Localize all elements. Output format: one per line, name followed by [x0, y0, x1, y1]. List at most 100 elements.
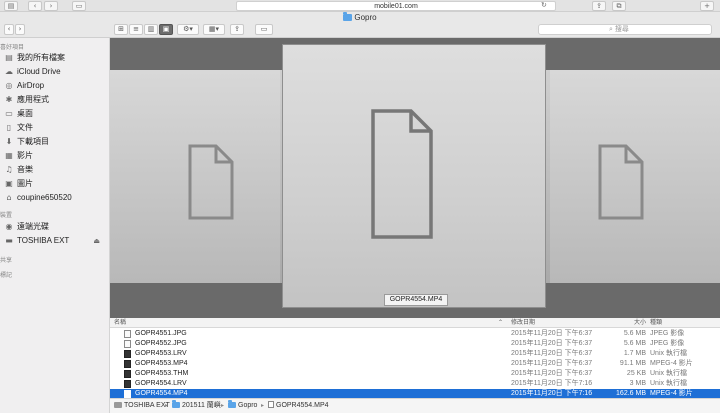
- video-file-icon: [124, 390, 131, 398]
- next-file-cover[interactable]: [550, 70, 720, 283]
- path-item[interactable]: Gopro: [228, 399, 257, 413]
- sidebar-item[interactable]: ♫ 音樂: [4, 164, 108, 176]
- sidebar-icon[interactable]: ▤: [4, 1, 18, 11]
- sidebar-item[interactable]: ▭ 桌面: [4, 108, 108, 120]
- add-tab-icon[interactable]: +: [700, 1, 714, 11]
- file-row[interactable]: GOPR4554.LRV 2015年11月20日 下午7:16 3 MB Unix 執…: [110, 379, 720, 389]
- eject-icon[interactable]: ⏏: [93, 235, 100, 247]
- file-row[interactable]: GOPR4551.JPG 2015年11月20日 下午6:37 5.6 MB JPEG…: [110, 329, 720, 339]
- cover-flow[interactable]: GOPR4554.MP4: [110, 38, 720, 318]
- sidebar-item[interactable]: ▦ 影片: [4, 150, 108, 162]
- all-files-icon: ▤: [5, 53, 13, 62]
- file-list: 名稱 ⌃ 修改日期 大小 種類 GOPR4551.JPG 2015年11月20日 …: [110, 318, 720, 399]
- devices-header: 裝置: [0, 213, 13, 219]
- file-row[interactable]: GOPR4553.MP4 2015年11月20日 下午6:37 91.1 MB MPE…: [110, 359, 720, 369]
- share-button[interactable]: ⇪: [230, 24, 244, 35]
- favorites-header: 喜好項目: [0, 45, 25, 51]
- path-item-label: 201511 蘭嶼: [182, 402, 221, 409]
- path-item[interactable]: TOSHIBA EXT: [114, 399, 170, 413]
- path-bar: TOSHIBA EXT ▸ 201511 蘭嶼 ▸ Gopro ▸ GOPR4554.MP4: [110, 398, 720, 413]
- address-bar[interactable]: mobile01.com: [236, 1, 556, 11]
- share-icon[interactable]: ⇪: [592, 1, 606, 11]
- back-button[interactable]: ‹: [4, 24, 14, 35]
- sidebar-item-label: 桌面: [17, 109, 33, 118]
- file-kind: Unix 執行檔: [650, 380, 687, 387]
- file-name: GOPR4552.JPG: [135, 340, 187, 347]
- window-title: Gopro: [0, 12, 720, 22]
- file-size: 5.6 MB: [623, 330, 646, 337]
- icon-view-button[interactable]: ⊞: [114, 24, 128, 35]
- file-kind: MPEG-4 影片: [650, 360, 693, 367]
- sidebar-item[interactable]: ▬ TOSHIBA EXT ⏏: [4, 235, 108, 247]
- sidebar-item-label: 影片: [17, 151, 33, 160]
- file-size: 3 MB: [629, 380, 646, 387]
- finder-toolbar: ‹ › ⊞ ≡ ▥ ▣ ⚙▾ ▦▾ ⇪ ▭ ⌕ 搜尋: [0, 24, 720, 38]
- cover-flow-view-button[interactable]: ▣: [159, 24, 173, 35]
- path-item[interactable]: 201511 蘭嶼: [172, 399, 221, 413]
- sidebar-item-label: 圖片: [17, 179, 33, 188]
- column-size[interactable]: 大小: [634, 319, 646, 327]
- finder-titlebar: Gopro: [0, 12, 720, 24]
- document-icon: [188, 144, 234, 220]
- sidebar-item[interactable]: ⬇ 下載項目: [4, 136, 108, 148]
- file-row[interactable]: GOPR4552.JPG 2015年11月20日 下午6:37 5.6 MB JPEG…: [110, 339, 720, 349]
- sidebar-item[interactable]: ▣ 圖片: [4, 178, 108, 190]
- reload-icon[interactable]: ↻: [541, 1, 547, 9]
- sidebar-item[interactable]: ✱ 應用程式: [4, 94, 108, 106]
- cover-flow-caption: GOPR4554.MP4: [384, 294, 448, 306]
- path-separator-icon: ▸: [261, 402, 265, 409]
- sidebar-item[interactable]: ▤ 我的所有檔案: [4, 52, 108, 64]
- sidebar-item-label: TOSHIBA EXT: [17, 236, 70, 245]
- search-icon: ⌕: [609, 25, 613, 33]
- cloud-icon: ☁: [5, 67, 13, 76]
- external-drive-icon: [114, 402, 122, 408]
- list-view-button[interactable]: ≡: [129, 24, 143, 35]
- path-item[interactable]: GOPR4554.MP4: [268, 399, 329, 413]
- file-kind: JPEG 影像: [650, 340, 685, 347]
- column-name[interactable]: 名稱: [114, 319, 126, 327]
- movies-icon: ▦: [5, 151, 13, 160]
- sidebar-item[interactable]: ☁ iCloud Drive: [4, 66, 108, 78]
- path-item-label: GOPR4554.MP4: [276, 402, 329, 409]
- sidebar-item-label: 音樂: [17, 165, 33, 174]
- window-title-text: Gopro: [354, 13, 377, 22]
- folder-icon: [228, 400, 236, 408]
- file-kind: Unix 執行檔: [650, 370, 687, 377]
- chevron-right-icon[interactable]: ›: [44, 1, 58, 11]
- column-date[interactable]: 修改日期: [511, 319, 535, 327]
- sidebar-item[interactable]: ◎ AirDrop: [4, 80, 108, 92]
- sidebar-item[interactable]: ⌂ coupine650520: [4, 192, 108, 204]
- jpeg-file-icon: [124, 340, 131, 348]
- arrange-button[interactable]: ▦▾: [203, 24, 225, 35]
- forward-button[interactable]: ›: [15, 24, 25, 35]
- sidebar-item[interactable]: ◉ 遠端光碟: [4, 221, 108, 233]
- file-kind: Unix 執行檔: [650, 350, 687, 357]
- tabs-overview-icon[interactable]: ⧉: [612, 1, 626, 11]
- document-icon: [268, 401, 274, 408]
- sort-chevron-icon: ⌃: [498, 319, 504, 326]
- path-separator-icon: ▸: [221, 402, 225, 409]
- desktop-icon: ▭: [5, 109, 13, 118]
- previous-file-cover[interactable]: [110, 70, 280, 283]
- folder-icon: [172, 400, 180, 408]
- downloads-icon: ⬇: [5, 137, 13, 146]
- external-drive-icon: ▬: [5, 236, 13, 245]
- tabs-icon[interactable]: ▭: [72, 1, 86, 11]
- search-field[interactable]: ⌕ 搜尋: [538, 24, 712, 35]
- file-row[interactable]: GOPR4553.THM 2015年11月20日 下午6:37 25 KB Unix …: [110, 369, 720, 379]
- video-file-icon: [124, 360, 131, 368]
- sidebar-item[interactable]: ▯ 文件: [4, 122, 108, 134]
- list-header: 名稱 ⌃ 修改日期 大小 種類: [110, 318, 720, 328]
- file-size: 25 KB: [626, 370, 646, 377]
- safari-toolbar: ▤ ‹ › ▭ mobile01.com ↻ ⇪ ⧉ +: [0, 0, 720, 12]
- column-view-button[interactable]: ▥: [144, 24, 158, 35]
- sidebar-item-label: 我的所有檔案: [17, 53, 65, 62]
- file-name: GOPR4553.LRV: [135, 350, 187, 357]
- column-kind[interactable]: 種類: [650, 319, 662, 327]
- tags-button[interactable]: ▭: [255, 24, 273, 35]
- file-row[interactable]: GOPR4553.LRV 2015年11月20日 下午6:37 1.7 MB Unix…: [110, 349, 720, 359]
- action-gear-button[interactable]: ⚙▾: [177, 24, 199, 35]
- selected-file-cover[interactable]: [282, 44, 546, 308]
- chevron-left-icon[interactable]: ‹: [28, 1, 42, 11]
- executable-file-icon: [124, 380, 131, 388]
